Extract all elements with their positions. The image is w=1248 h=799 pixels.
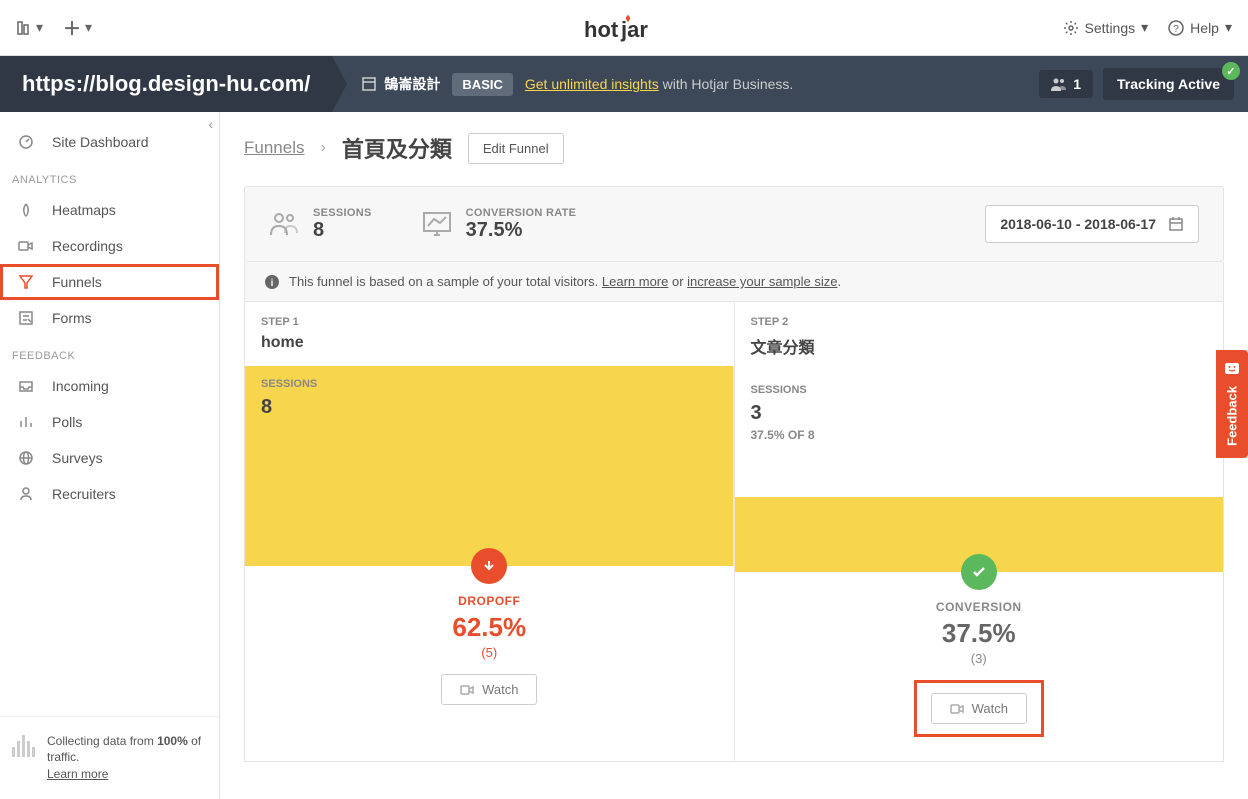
plan-badge: BASIC <box>452 73 512 96</box>
info-icon: i <box>265 275 279 289</box>
feedback-section-label: FEEDBACK <box>0 336 219 368</box>
globe-icon <box>18 450 36 466</box>
topbar: ▾ ＋▾ hot jar Settings ▾ ? Help ▾ <box>0 0 1248 56</box>
chevron-right-icon: › <box>320 139 325 157</box>
svg-text:hot: hot <box>584 17 619 42</box>
check-icon: ✓ <box>1222 62 1240 80</box>
sidebar-item-recordings[interactable]: Recordings <box>0 228 219 264</box>
users-icon <box>269 211 299 237</box>
funnel-icon <box>18 274 36 290</box>
funnel-step-2: STEP 2 文章分類 SESSIONS 3 37.5% OF 8 CONVER… <box>735 302 1224 761</box>
sessions-metric: SESSIONS 8 <box>269 207 372 242</box>
camera-icon <box>18 238 36 254</box>
info-bar: i This funnel is based on a sample of yo… <box>244 262 1224 302</box>
funnel-grid: STEP 1 home SESSIONS 8 DROPOFF 62.5% (5) <box>244 302 1224 762</box>
camera-icon <box>460 684 474 696</box>
calendar-icon <box>1168 216 1184 232</box>
sidebar-item-polls[interactable]: Polls <box>0 404 219 440</box>
traffic-bars-icon <box>12 733 35 757</box>
edit-funnel-button[interactable]: Edit Funnel <box>468 133 564 164</box>
upgrade-cta[interactable]: Get unlimited insights with Hotjar Busin… <box>525 76 793 92</box>
settings-label: Settings <box>1085 20 1136 36</box>
info-increase-sample[interactable]: increase your sample size <box>687 274 837 289</box>
sidebar-item-forms[interactable]: Forms <box>0 300 219 336</box>
help-label: Help <box>1190 20 1219 36</box>
sidebar-item-funnels[interactable]: Funnels <box>0 264 219 300</box>
sidebar-item-heatmaps[interactable]: Heatmaps <box>0 192 219 228</box>
breadcrumb: Funnels › 首頁及分類 Edit Funnel <box>244 132 1224 164</box>
form-icon <box>18 310 36 326</box>
camera-icon <box>950 703 964 715</box>
inbox-icon <box>18 378 36 394</box>
watch-button-step2[interactable]: Watch <box>931 693 1027 724</box>
svg-text:?: ? <box>1173 24 1179 35</box>
funnel-step-1: STEP 1 home SESSIONS 8 DROPOFF 62.5% (5) <box>245 302 735 761</box>
sidebar-item-surveys[interactable]: Surveys <box>0 440 219 476</box>
flame-icon <box>18 202 36 218</box>
chart-icon <box>422 211 452 237</box>
logo: hot jar <box>584 13 664 43</box>
sidebar-item-dashboard[interactable]: Site Dashboard <box>0 124 219 160</box>
page-title: 首頁及分類 <box>342 132 452 164</box>
sidebar-item-recruiters[interactable]: Recruiters <box>0 476 219 512</box>
help-link[interactable]: ? Help ▾ <box>1168 19 1232 36</box>
metrics-bar: SESSIONS 8 CONVERSION RATE 37.5% 2018-06… <box>244 186 1224 262</box>
gauge-icon <box>18 134 36 150</box>
content: Funnels › 首頁及分類 Edit Funnel SESSIONS 8 <box>220 112 1248 799</box>
user-count[interactable]: 1 <box>1039 70 1093 98</box>
conversion-metric: CONVERSION RATE 37.5% <box>422 207 577 242</box>
sidebar: ‹ Site Dashboard ANALYTICS Heatmaps Reco… <box>0 112 220 799</box>
date-range-picker[interactable]: 2018-06-10 - 2018-06-17 <box>985 205 1199 243</box>
collapse-sidebar[interactable]: ‹ <box>208 116 213 132</box>
info-learn-more[interactable]: Learn more <box>602 274 668 289</box>
bar-chart-icon <box>18 414 36 430</box>
svg-text:i: i <box>271 278 274 289</box>
learn-more-link[interactable]: Learn more <box>47 767 108 781</box>
site-url: https://blog.design-hu.com/ <box>0 56 332 112</box>
watch-button-step1[interactable]: Watch <box>441 674 537 705</box>
svg-text:jar: jar <box>620 17 648 42</box>
user-icon <box>18 486 36 502</box>
sidebar-item-incoming[interactable]: Incoming <box>0 368 219 404</box>
site-name-display: 鵠崙設計 <box>362 74 440 94</box>
org-switcher[interactable]: ▾ <box>16 19 43 36</box>
dropoff-icon <box>471 548 507 584</box>
settings-link[interactable]: Settings ▾ <box>1063 19 1149 36</box>
breadcrumb-parent[interactable]: Funnels <box>244 138 304 158</box>
analytics-section-label: ANALYTICS <box>0 160 219 192</box>
feedback-tab[interactable]: Feedback <box>1216 350 1248 458</box>
site-header: https://blog.design-hu.com/ 鵠崙設計 BASIC G… <box>0 56 1248 112</box>
smiley-icon <box>1224 362 1240 378</box>
add-menu[interactable]: ＋▾ <box>63 15 92 41</box>
sidebar-footer: Collecting data from 100% of traffic. Le… <box>0 716 219 799</box>
tracking-status[interactable]: Tracking Active ✓ <box>1103 68 1234 100</box>
conversion-icon <box>961 554 997 590</box>
